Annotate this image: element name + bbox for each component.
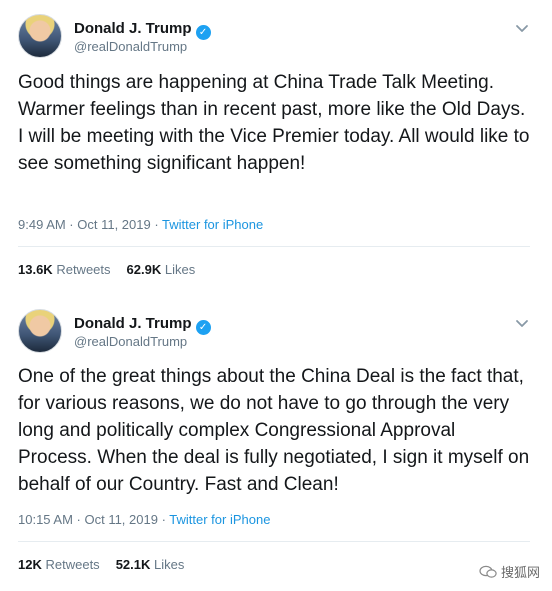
avatar[interactable] [18,309,62,353]
user-name[interactable]: Donald J. Trump ✓ [74,315,211,335]
likes-stat[interactable]: 52.1K Likes [116,557,185,572]
watermark-text: 搜狐网 [500,565,540,580]
likes-count: 52.1K [115,557,151,572]
tweet-timestamp[interactable]: 10:15 AM · Oct 11, 2019 · [18,512,169,527]
tweet-stats: 13.6K Retweets 62.9K Likes [18,262,195,277]
verified-badge-icon: ✓ [195,25,211,40]
divider [18,541,530,542]
user-name-text[interactable]: Donald J. Trump [74,20,192,37]
retweets-label: Retweets [45,557,100,572]
avatar[interactable] [18,14,62,58]
user-handle[interactable]: @realDonaldTrump [74,39,187,54]
user-name[interactable]: Donald J. Trump ✓ [74,20,211,40]
tweet-card-2: Donald J. Trump ✓ @realDonaldTrump One of… [0,295,552,591]
tweet-source-link[interactable]: Twitter for iPhone [169,512,270,527]
likes-label: Likes [154,557,185,572]
tweet-meta: 10:15 AM · Oct 11, 2019 · Twitter for iP… [18,512,270,527]
likes-stat[interactable]: 62.9K Likes [127,262,196,277]
verified-badge-icon: ✓ [195,320,211,335]
likes-count: 62.9K [126,262,162,277]
tweet-meta: 9:49 AM · Oct 11, 2019 · Twitter for iPh… [18,217,263,232]
user-name-text[interactable]: Donald J. Trump [74,315,192,332]
tweet-timestamp[interactable]: 9:49 AM · Oct 11, 2019 · [18,217,162,232]
retweets-count: 13.6K [18,262,53,277]
tweet-text: One of the great things about the China … [18,366,530,495]
chevron-down-icon[interactable] [514,20,530,36]
retweets-stat[interactable]: 13.6K Retweets [18,262,111,277]
retweets-count: 12K [18,557,42,572]
divider [18,246,530,247]
retweets-stat[interactable]: 12K Retweets [18,557,100,572]
likes-label: Likes [164,262,196,277]
retweets-label: Retweets [56,262,111,277]
tweet-source-link[interactable]: Twitter for iPhone [162,217,263,232]
user-handle[interactable]: @realDonaldTrump [74,334,187,349]
wechat-icon [479,565,497,578]
tweet-card-1: Donald J. Trump ✓ @realDonaldTrump Good t… [0,0,552,295]
tweet-stats: 12K Retweets 52.1K Likes [18,557,184,572]
watermark: 搜狐网 [479,562,540,581]
chevron-down-icon[interactable] [514,315,530,331]
tweet-text: Good things are happening at China Trade… [18,72,530,174]
